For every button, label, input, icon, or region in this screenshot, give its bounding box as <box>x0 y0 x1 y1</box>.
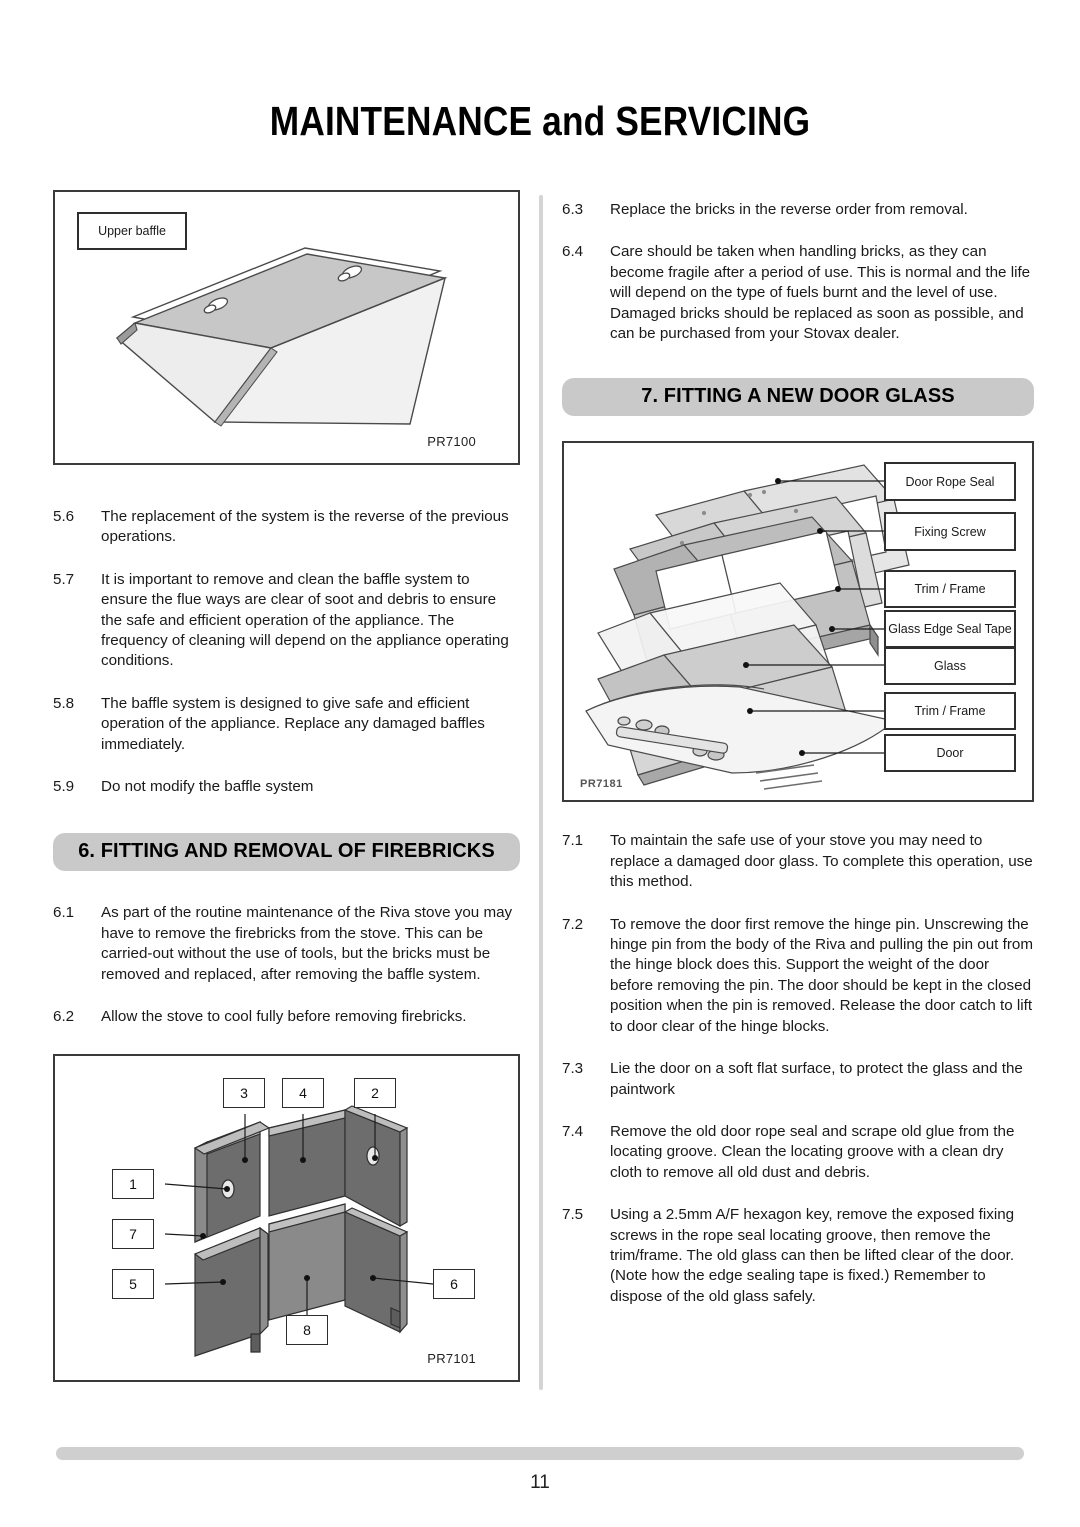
paragraph-7-4: 7.4 Remove the old door rope seal and sc… <box>562 1122 1034 1183</box>
paragraph-number: 7.4 <box>562 1122 584 1140</box>
paragraph-text: Care should be taken when handling brick… <box>610 243 1031 343</box>
paragraph-5-6: 5.6 The replacement of the system is the… <box>53 507 520 548</box>
paragraph-7-3: 7.3 Lie the door on a soft flat surface,… <box>562 1059 1034 1100</box>
paragraph-7-1: 7.1 To maintain the safe use of your sto… <box>562 831 1034 892</box>
paragraph-number: 7.3 <box>562 1060 584 1078</box>
paragraph-number: 5.9 <box>53 778 75 796</box>
paragraph-number: 5.6 <box>53 508 75 525</box>
door-glass-callout-door: Door <box>884 734 1016 773</box>
paragraph-5-9: 5.9 Do not modify the baffle system <box>53 777 520 797</box>
page-number: 11 <box>530 1472 550 1493</box>
paragraph-7-2: 7.2 To remove the door first remove the … <box>562 915 1034 1037</box>
paragraph-number: 7.2 <box>562 915 584 933</box>
column-divider <box>539 195 543 1390</box>
door-glass-callout-label: Door Rope Seal <box>905 474 995 489</box>
firebrick-callout-4: 4 <box>282 1077 324 1108</box>
page-title: MAINTENANCE and SERVICING <box>269 98 811 144</box>
firebrick-callout-label: 8 <box>303 1321 311 1338</box>
paragraph-number: 7.5 <box>562 1206 584 1224</box>
firebrick-callout-label: 7 <box>129 1225 137 1242</box>
figure-upper-baffle: Upper baffle PR7100 <box>53 190 520 465</box>
firebrick-callout-label: 6 <box>450 1275 458 1292</box>
section-heading-6: 6. FITTING AND REMOVAL OF FIREBRICKS <box>53 833 520 872</box>
callout-upper-baffle-label: Upper baffle <box>98 224 166 238</box>
door-glass-callout-label: Glass <box>934 659 966 674</box>
paragraph-number: 6.2 <box>53 1008 75 1026</box>
figure-firebricks: 3 4 2 1 7 5 6 8 PR7101 <box>53 1053 520 1382</box>
paragraph-number: 6.4 <box>562 243 584 261</box>
paragraph-text: It is important to remove and clean the … <box>101 570 509 670</box>
firebrick-callout-label: 1 <box>129 1175 137 1192</box>
door-glass-callout-glass: Glass <box>884 647 1016 686</box>
door-glass-callout-fixing-screw: Fixing Screw <box>884 512 1016 552</box>
firebrick-callout-8: 8 <box>286 1314 328 1345</box>
paragraph-text: Lie the door on a soft flat surface, to … <box>610 1060 1023 1098</box>
paragraph-text: Allow the stove to cool fully before rem… <box>101 1008 467 1026</box>
paragraph-number: 6.1 <box>53 904 75 922</box>
paragraph-text: Using a 2.5mm A/F hexagon key, remove th… <box>610 1206 1015 1305</box>
firebrick-callout-label: 2 <box>371 1084 379 1101</box>
door-glass-callout-trim-frame-upper: Trim / Frame <box>884 570 1016 609</box>
right-column: 6.3 Replace the bricks in the reverse or… <box>562 190 1034 1307</box>
paragraph-5-7: 5.7 It is important to remove and clean … <box>53 570 520 672</box>
paragraph-number: 5.7 <box>53 570 75 588</box>
paragraph-text: Do not modify the baffle system <box>101 778 314 796</box>
paragraph-text: To remove the door first remove the hing… <box>610 915 1033 1035</box>
figure-code-pr7101: PR7101 <box>427 1350 476 1366</box>
paragraph-text: Remove the old door rope seal and scrape… <box>610 1122 1015 1181</box>
door-glass-callout-label: Door <box>936 746 964 761</box>
paragraph-text: To maintain the safe use of your stove y… <box>610 832 1033 891</box>
paragraph-number: 7.1 <box>562 832 584 850</box>
firebrick-callout-2: 2 <box>354 1077 396 1108</box>
figure-door-glass: Door Rope Seal Fixing Screw Trim / Frame… <box>562 441 1034 803</box>
paragraph-6-3: 6.3 Replace the bricks in the reverse or… <box>562 200 1034 220</box>
door-glass-callout-trim-frame-lower: Trim / Frame <box>884 692 1016 731</box>
door-glass-callout-label: Glass Edge Seal Tape <box>888 622 1012 637</box>
paragraph-6-2: 6.2 Allow the stove to cool fully before… <box>53 1007 520 1027</box>
door-glass-callout-label: Trim / Frame <box>914 704 986 719</box>
paragraph-text: Replace the bricks in the reverse order … <box>610 201 968 218</box>
firebrick-callout-1: 1 <box>112 1168 154 1199</box>
paragraph-text: The replacement of the system is the rev… <box>101 508 509 546</box>
firebrick-callout-6: 6 <box>433 1268 475 1299</box>
paragraph-6-1: 6.1 As part of the routine maintenance o… <box>53 903 520 985</box>
section-heading-7: 7. FITTING A NEW DOOR GLASS <box>562 378 1034 417</box>
callout-upper-baffle: Upper baffle <box>77 212 187 250</box>
door-glass-callout-glass-edge-seal-tape: Glass Edge Seal Tape <box>884 610 1016 649</box>
firebrick-callout-5: 5 <box>112 1268 154 1299</box>
door-glass-callout-label: Trim / Frame <box>914 582 986 597</box>
firebrick-callout-label: 5 <box>129 1275 137 1292</box>
left-column: Upper baffle PR7100 5.6 The replacement … <box>53 190 520 1382</box>
paragraph-number: 6.3 <box>562 201 584 218</box>
paragraph-text: As part of the routine maintenance of th… <box>101 904 513 983</box>
figure-code-pr7100: PR7100 <box>427 434 476 449</box>
door-glass-callout-label: Fixing Screw <box>914 524 986 539</box>
paragraph-number: 5.8 <box>53 694 75 712</box>
door-glass-callout-door-rope-seal: Door Rope Seal <box>884 462 1016 502</box>
firebrick-callout-7: 7 <box>112 1218 154 1249</box>
paragraph-6-4: 6.4 Care should be taken when handling b… <box>562 242 1034 344</box>
paragraph-text: The baffle system is designed to give sa… <box>101 694 485 753</box>
firebrick-callout-3: 3 <box>223 1077 265 1108</box>
firebrick-callout-label: 3 <box>240 1084 248 1101</box>
firebrick-callout-label: 4 <box>299 1084 307 1101</box>
footer-rule <box>56 1447 1024 1460</box>
figure-code-pr7181: PR7181 <box>580 778 623 791</box>
paragraph-5-8: 5.8 The baffle system is designed to giv… <box>53 694 520 755</box>
paragraph-7-5: 7.5 Using a 2.5mm A/F hexagon key, remov… <box>562 1205 1034 1307</box>
